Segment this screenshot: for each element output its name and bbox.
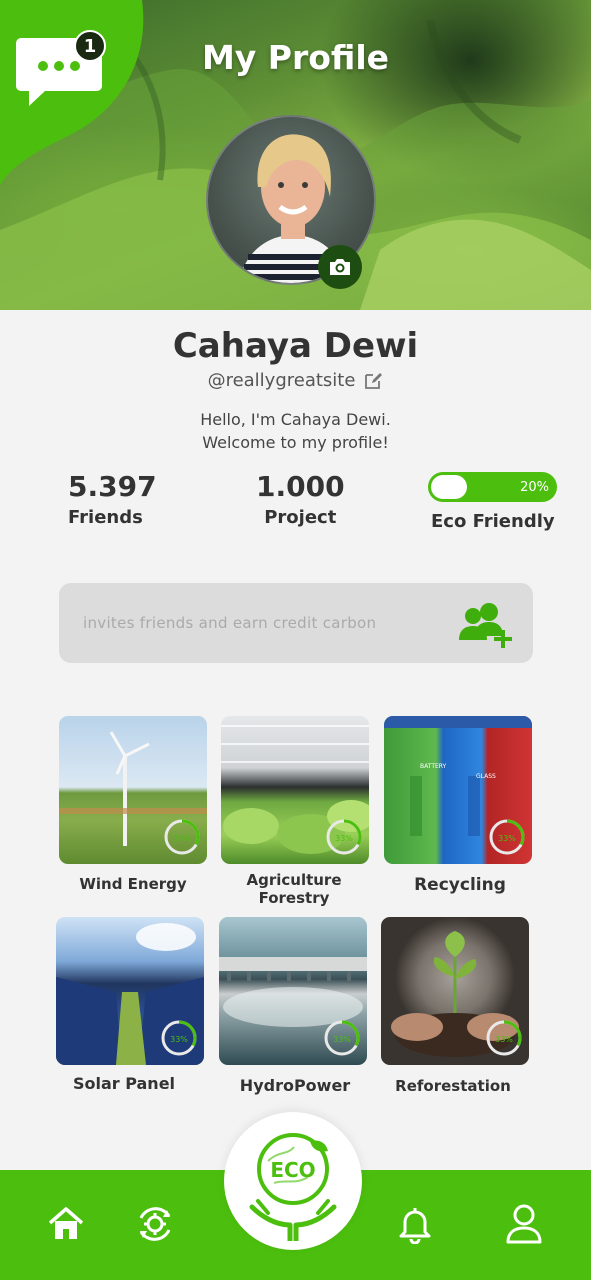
nav-notifications[interactable] [390,1199,440,1249]
bin-label-glass: GLASS [476,773,496,780]
eco-logo-text: ECO [270,1158,315,1182]
label-line-1: Agriculture [246,871,342,889]
eco-logo: ECO [249,1133,337,1241]
bio-line-2: Welcome to my profile! [202,433,389,452]
cover-photo: 1 My Profile [0,0,591,310]
tile-label-wind-energy: Wind Energy [79,875,187,893]
user-icon [506,1204,542,1244]
tile-label-recycling: Recycling [414,875,506,895]
recycle-settings-icon [139,1207,171,1241]
change-photo-button[interactable] [318,245,362,289]
bell-icon [399,1208,431,1244]
eco-friendly-label: Eco Friendly [431,511,555,532]
friends-stat[interactable]: 5.397 Friends [68,470,157,528]
progress-text: 33% [333,1035,351,1044]
tile-label-agriculture-forestry: Agriculture Forestry [214,871,374,907]
profile-handle: @reallygreatsite [207,370,356,391]
progress-text: 33% [495,1035,513,1044]
nav-home[interactable] [41,1199,91,1249]
progress-ring: 33% [324,1020,360,1056]
friends-count: 5.397 [68,470,157,503]
add-friends-icon[interactable] [457,598,513,648]
progress-text: 33% [170,1035,188,1044]
handle-row: @reallygreatsite [0,370,591,391]
bio-line-1: Hello, I'm Cahaya Dewi. [200,410,391,429]
progress-ring: 33% [161,1020,197,1056]
tile-label-reforestation: Reforestation [395,1077,511,1095]
friends-label: Friends [68,507,143,528]
tile-reforestation[interactable]: 33% [381,917,529,1065]
tile-solar-panel[interactable]: 33% [56,917,204,1065]
progress-text: 33% [173,834,191,843]
progress-ring: 33% [326,819,362,855]
tile-hydropower[interactable]: 33% [219,917,367,1065]
progress-ring: 33% [164,819,200,855]
project-count: 1.000 [256,470,345,503]
tile-recycling[interactable]: BATTERY GLASS 33% [384,716,532,864]
bin-label-battery: BATTERY [420,763,447,770]
label-line-2: Forestry [258,889,330,907]
home-icon [48,1207,84,1239]
nav-profile[interactable] [499,1199,549,1249]
eco-home-button[interactable]: ECO [224,1112,362,1250]
eco-percent: 20% [520,479,549,495]
tile-wind-energy[interactable]: 33% [59,716,207,864]
invite-friends-bar[interactable]: invites friends and earn credit carbon [59,583,533,663]
progress-text: 33% [498,834,516,843]
project-label: Project [264,507,337,528]
eco-friendly-toggle[interactable]: 20% [428,472,557,502]
page-title: My Profile [201,38,390,77]
camera-icon [330,259,350,275]
invite-text: invites friends and earn credit carbon [83,614,377,632]
progress-ring: 33% [489,819,525,855]
profile-bio: Hello, I'm Cahaya Dewi. Welcome to my pr… [0,408,591,454]
tile-label-hydropower: HydroPower [239,1076,351,1095]
progress-text: 33% [335,834,353,843]
edit-icon[interactable] [363,371,383,391]
tile-label-solar-panel: Solar Panel [72,1074,176,1093]
tile-agriculture-forestry[interactable]: 33% [221,716,369,864]
profile-name: Cahaya Dewi [172,326,419,366]
project-stat[interactable]: 1.000 Project [256,470,345,528]
nav-recycle-settings[interactable] [130,1199,180,1249]
progress-ring: 33% [486,1020,522,1056]
toggle-knob [431,475,467,499]
